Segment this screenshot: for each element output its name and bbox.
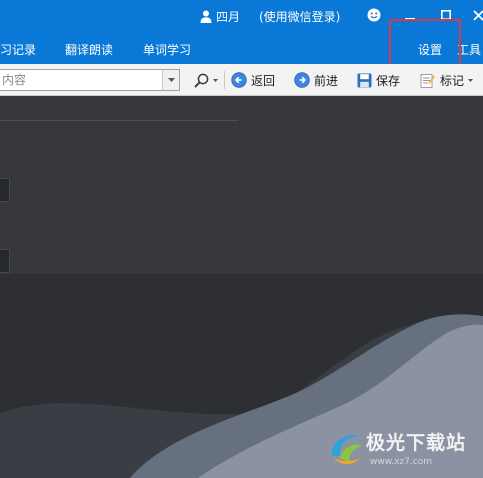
search-box xyxy=(0,69,180,91)
back-button[interactable]: 返回 xyxy=(231,70,275,90)
user-account[interactable]: 四月 xyxy=(200,8,240,25)
watermark-title: 极光下载站 xyxy=(366,432,467,454)
search-dropdown-button[interactable] xyxy=(162,70,179,90)
smiley-icon[interactable] xyxy=(364,4,384,26)
watermark-logo-icon xyxy=(331,435,362,464)
mark-button[interactable]: 标记 xyxy=(420,70,474,90)
menu-item-word-learning[interactable]: 单词学习 xyxy=(143,41,191,58)
back-arrow-icon xyxy=(231,72,247,88)
forward-label: 前进 xyxy=(314,73,339,88)
search-input[interactable] xyxy=(0,70,162,90)
lookup-button[interactable] xyxy=(194,70,218,90)
user-name: 四月 xyxy=(216,10,241,24)
bookmark-note-icon xyxy=(420,73,435,88)
toolbar: 返回 前进 保存 标记 xyxy=(0,64,483,96)
save-button[interactable]: 保存 xyxy=(357,70,400,90)
menu-item-study-record[interactable]: 习记录 xyxy=(0,41,36,58)
magnifier-icon xyxy=(194,73,209,88)
back-label: 返回 xyxy=(251,73,276,88)
chevron-down-icon xyxy=(167,78,175,82)
floppy-disk-icon xyxy=(357,73,372,87)
save-label: 保存 xyxy=(376,73,401,88)
toolbar-separator xyxy=(224,71,225,89)
mark-label: 标记 xyxy=(440,73,465,88)
login-hint[interactable]: (使用微信登录) xyxy=(259,8,340,25)
settings-highlight-box xyxy=(389,19,461,69)
menu-item-translate-read[interactable]: 翻译朗读 xyxy=(65,41,113,58)
watermark-url: www.xz7.com xyxy=(370,457,432,467)
chevron-down-icon xyxy=(468,78,474,82)
background-wave-decoration xyxy=(0,314,483,478)
close-icon[interactable] xyxy=(468,4,483,26)
chevron-down-icon xyxy=(213,78,218,82)
forward-arrow-icon xyxy=(294,72,310,88)
forward-button[interactable]: 前进 xyxy=(294,70,338,90)
user-icon xyxy=(200,10,212,23)
main-content xyxy=(0,96,483,478)
watermark: 极光下载站 www.xz7.com xyxy=(326,428,476,472)
